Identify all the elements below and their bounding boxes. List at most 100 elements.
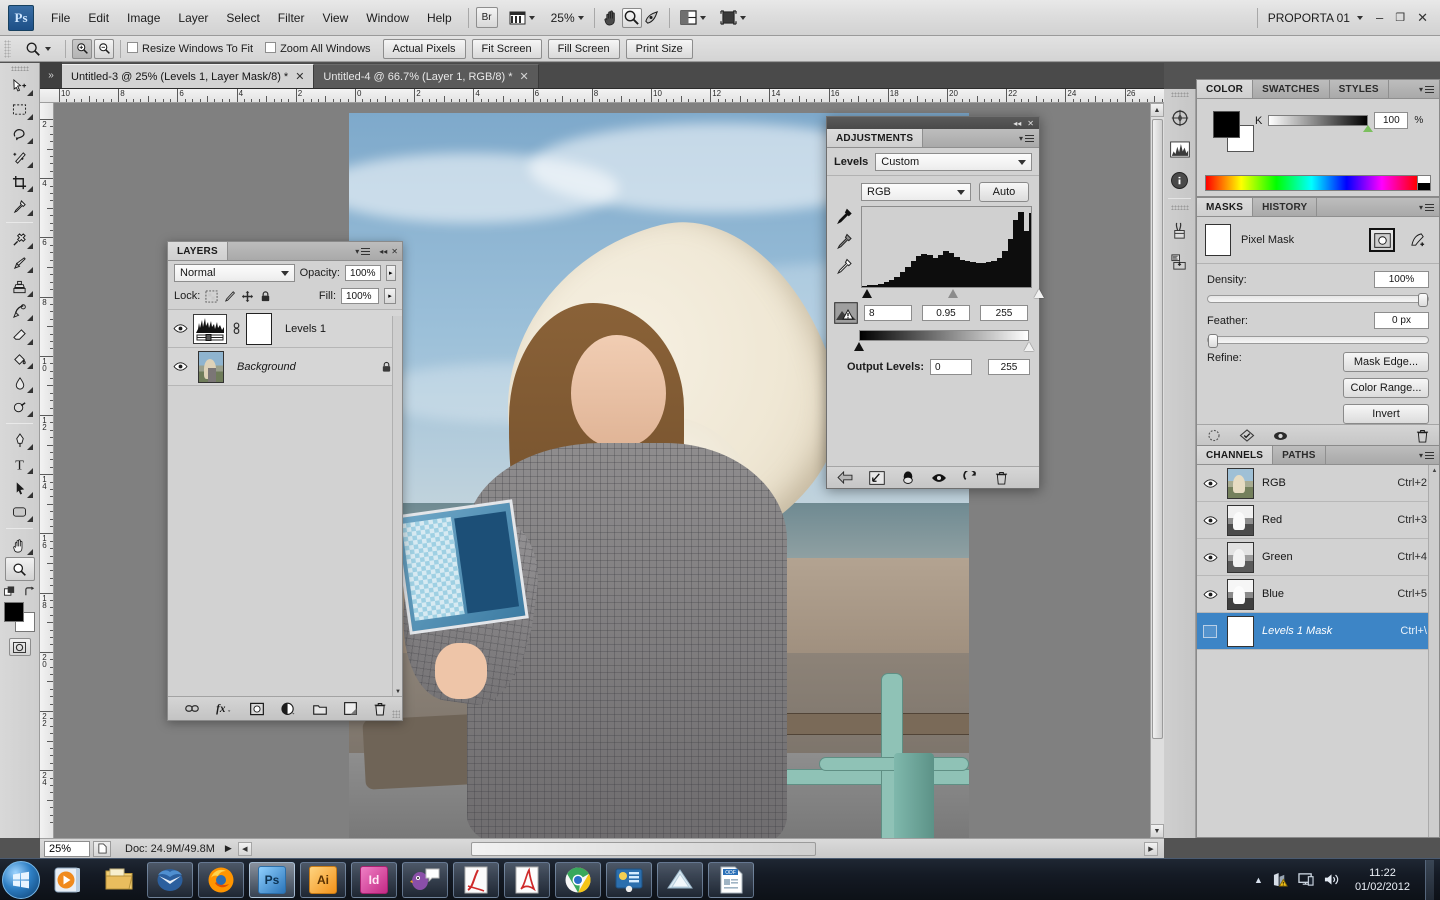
canvas-vertical-scrollbar[interactable]: ▲ ▼ [1150, 103, 1164, 838]
opacity-field[interactable]: 100% [345, 265, 381, 281]
lock-all-icon[interactable] [259, 290, 272, 303]
foreground-color-swatch[interactable] [1213, 111, 1240, 138]
channel-row-green[interactable]: Green Ctrl+4 [1197, 539, 1439, 576]
output-white-marker[interactable] [1024, 342, 1034, 351]
workspace-switcher[interactable]: PROPORTA 01 [1265, 7, 1366, 29]
k-slider[interactable] [1268, 115, 1368, 126]
adjustment-layer-thumbnail[interactable] [193, 314, 227, 344]
show-hidden-icons-chevron[interactable]: ▲ [1254, 875, 1263, 885]
restore-button[interactable]: ❐ [1395, 11, 1405, 24]
density-slider-thumb[interactable] [1418, 293, 1428, 307]
view-extras-button[interactable] [506, 7, 538, 29]
lasso-tool[interactable] [5, 122, 35, 146]
new-adjustment-layer-icon[interactable] [281, 702, 296, 716]
launch-bridge-button[interactable]: Br [476, 7, 498, 28]
scroll-up-arrow[interactable]: ▲ [1429, 465, 1440, 476]
gradient-tool[interactable] [5, 347, 35, 371]
foreground-color-swatch[interactable] [4, 602, 24, 622]
menu-filter[interactable]: Filter [269, 7, 314, 29]
levels-preset-select[interactable]: Custom [875, 153, 1032, 171]
input-white-marker[interactable] [1034, 289, 1044, 298]
quick-mask-mode-button[interactable] [9, 638, 31, 656]
scroll-up-arrow[interactable]: ▲ [1150, 103, 1164, 117]
vertical-ruler[interactable]: 24681 01 21 41 61 82 02 22 4 [40, 103, 54, 838]
status-menu-arrow[interactable]: ▶ [225, 843, 232, 854]
input-gamma-field[interactable]: 0.95 [922, 305, 970, 321]
expand-tabs-button[interactable]: » [40, 62, 62, 88]
new-layer-icon[interactable] [344, 702, 357, 715]
canvas-horizontal-scrollbar[interactable]: ◀ ▶ [238, 842, 1158, 856]
eraser-tool[interactable] [5, 323, 35, 347]
color-swatches[interactable] [4, 602, 36, 632]
delete-mask-icon[interactable] [1416, 429, 1429, 443]
close-icon[interactable]: ✕ [1027, 119, 1034, 128]
output-levels-sliders[interactable] [859, 342, 1029, 353]
menu-edit[interactable]: Edit [79, 7, 118, 29]
feather-field[interactable]: 0 px [1374, 312, 1429, 329]
view-previous-state-icon[interactable] [931, 472, 947, 484]
zoom-all-windows-checkbox[interactable]: Zoom All Windows [265, 42, 370, 55]
scroll-thumb[interactable] [471, 842, 816, 856]
set-black-point-eyedropper-icon[interactable] [835, 208, 853, 225]
output-black-marker[interactable] [854, 342, 864, 351]
tab-paths[interactable]: PATHS [1273, 446, 1325, 464]
lock-image-pixels-icon[interactable] [223, 290, 236, 303]
auto-levels-button[interactable]: Auto [979, 182, 1029, 202]
taskbar-item-windows-media-player[interactable] [45, 862, 91, 898]
layer-style-icon[interactable]: fx [216, 702, 233, 715]
close-icon[interactable]: ✕ [391, 247, 398, 256]
channels-scrollbar[interactable]: ▲ [1428, 465, 1439, 837]
k-value-field[interactable]: 100 [1374, 112, 1408, 129]
zoom-tool[interactable] [5, 557, 35, 581]
document-tab-untitled-4[interactable]: Untitled-4 @ 66.7% (Layer 1, RGB/8) * ✕ [314, 64, 538, 88]
lock-transparent-pixels-icon[interactable] [205, 290, 218, 303]
network-warning-icon[interactable] [1272, 872, 1289, 887]
new-group-icon[interactable] [313, 703, 327, 715]
levels-channel-select[interactable]: RGB [861, 183, 971, 201]
info-icon[interactable] [1167, 167, 1193, 193]
tab-adjustments[interactable]: ADJUSTMENTS [827, 129, 923, 147]
navigator-icon[interactable] [1167, 105, 1193, 131]
channel-visibility-toggle[interactable] [1201, 549, 1219, 565]
blur-tool[interactable] [5, 371, 35, 395]
taskbar-item-thunderbird[interactable] [147, 862, 193, 898]
fill-field[interactable]: 100% [341, 288, 379, 304]
fit-screen-button[interactable]: Fit Screen [472, 39, 542, 59]
channel-visibility-toggle[interactable] [1201, 586, 1219, 602]
adjustments-panel-menu-button[interactable]: ▾ [1014, 129, 1039, 147]
menu-window[interactable]: Window [357, 7, 418, 29]
horizontal-type-tool[interactable]: T [5, 452, 35, 476]
history-brush-tool[interactable] [5, 299, 35, 323]
delete-layer-icon[interactable] [374, 702, 386, 716]
scroll-left-arrow[interactable]: ◀ [238, 842, 252, 856]
menu-layer[interactable]: Layer [169, 7, 217, 29]
return-to-adjustment-list-icon[interactable] [837, 471, 853, 484]
quick-selection-tool[interactable] [5, 146, 35, 170]
color-range-button[interactable]: Color Range... [1343, 378, 1429, 398]
channels-panel-menu-button[interactable]: ▾ [1414, 446, 1439, 464]
tab-channels[interactable]: CHANNELS [1197, 446, 1273, 464]
density-field[interactable]: 100% [1374, 271, 1429, 288]
add-layer-mask-icon[interactable] [250, 702, 264, 716]
zoom-in-button[interactable] [72, 39, 92, 59]
channel-visibility-toggle[interactable] [1201, 623, 1219, 639]
zoom-out-button[interactable] [94, 39, 114, 59]
output-white-field[interactable]: 255 [988, 359, 1030, 375]
zoom-percent-field[interactable]: 25% [44, 841, 90, 857]
input-black-marker[interactable] [862, 289, 872, 298]
channel-row-blue[interactable]: Blue Ctrl+5 [1197, 576, 1439, 613]
taskbar-item-file-explorer[interactable] [96, 862, 142, 898]
taskbar-item-odf-document[interactable]: ODF [708, 862, 754, 898]
document-profile-icon[interactable] [93, 841, 111, 857]
layer-visibility-toggle[interactable] [172, 321, 188, 337]
tab-color[interactable]: COLOR [1197, 80, 1253, 98]
set-white-point-eyedropper-icon[interactable] [835, 258, 853, 275]
taskbar-item-acrobat-reader[interactable] [504, 862, 550, 898]
toggle-layer-visibility-icon[interactable] [901, 470, 915, 485]
hand-tool-button[interactable] [602, 8, 622, 28]
actual-pixels-button[interactable]: Actual Pixels [383, 39, 466, 59]
input-levels-sliders[interactable] [861, 289, 1032, 300]
blend-mode-select[interactable]: Normal [174, 264, 295, 282]
close-icon[interactable]: ✕ [520, 70, 529, 83]
document-tab-untitled-3[interactable]: Untitled-3 @ 25% (Levels 1, Layer Mask/8… [62, 64, 314, 88]
